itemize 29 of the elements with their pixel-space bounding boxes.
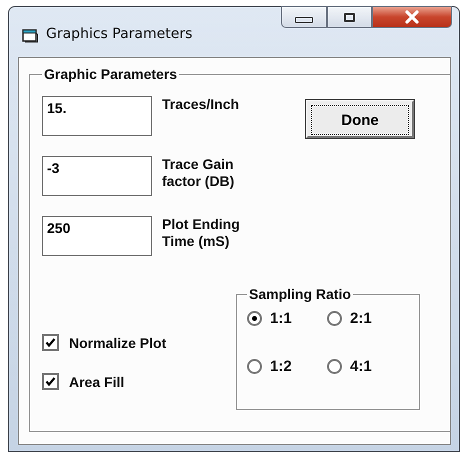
radio-button[interactable]	[327, 311, 342, 326]
checkbox[interactable]	[42, 373, 59, 390]
radio-button[interactable]	[247, 359, 262, 374]
checkbox-label: Normalize Plot	[69, 334, 166, 350]
field-label: Traces/Inch	[162, 96, 240, 113]
radio-label: 1:2	[270, 358, 292, 375]
radio-label: 1:1	[270, 310, 292, 327]
group-title: Sampling Ratio	[248, 286, 352, 302]
window-title: Graphics Parameters	[46, 26, 192, 42]
radio-label: 4:1	[350, 358, 372, 375]
radio-button[interactable]	[327, 359, 342, 374]
input-field[interactable]: 250	[42, 216, 152, 256]
checkbox-label: Area Fill	[69, 374, 124, 390]
radio-label: 2:1	[350, 310, 372, 327]
input-field[interactable]: 15.	[42, 96, 152, 136]
minimize-button[interactable]	[281, 6, 327, 28]
field-label: Trace Gain factor (DB)	[162, 156, 234, 190]
field-label: Plot Ending Time (mS)	[162, 216, 240, 250]
checkmark-icon	[45, 376, 56, 387]
maximize-button[interactable]	[327, 6, 372, 28]
group-title: Graphic Parameters	[43, 66, 178, 82]
close-icon	[404, 10, 420, 24]
done-button[interactable]: Done	[306, 100, 414, 138]
close-button[interactable]	[372, 6, 452, 28]
radio-button[interactable]	[247, 311, 262, 326]
checkmark-icon	[45, 337, 56, 348]
input-field[interactable]: -3	[42, 156, 152, 196]
checkbox[interactable]	[42, 334, 59, 351]
window-icon	[22, 29, 38, 43]
